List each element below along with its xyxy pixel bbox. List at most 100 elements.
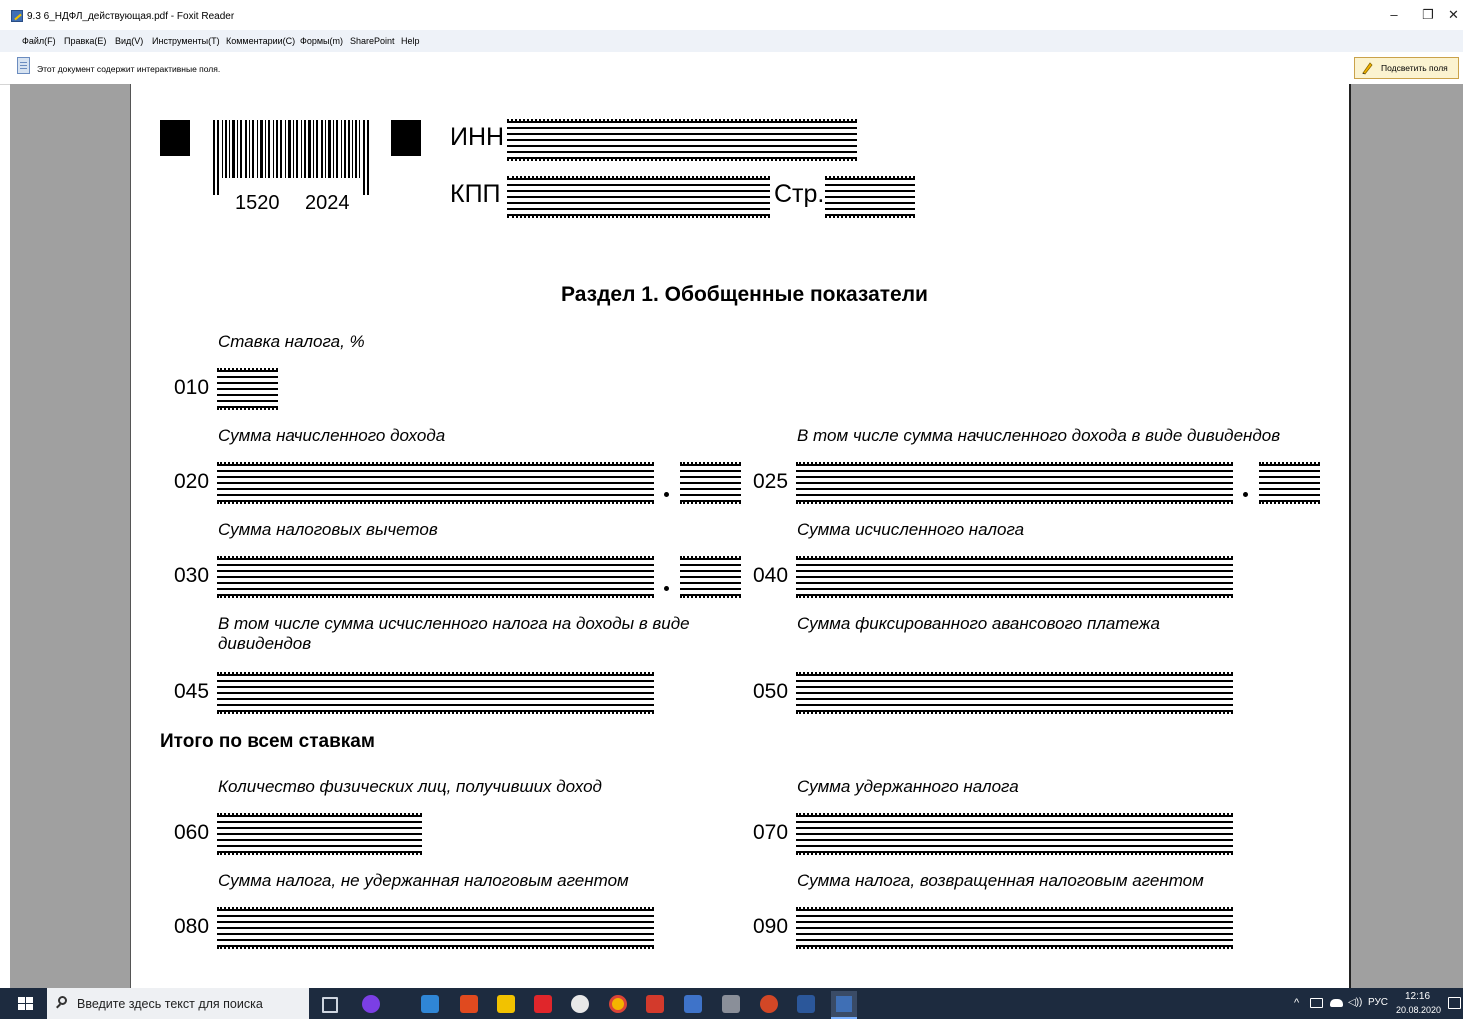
clock-date[interactable]: 20.08.2020 xyxy=(1396,1005,1441,1015)
field-070-code: 070 xyxy=(753,821,789,844)
file-explorer-icon[interactable] xyxy=(497,995,515,1013)
inn-input[interactable] xyxy=(507,119,857,161)
unknown-app-icon[interactable] xyxy=(722,995,740,1013)
foxit-reader-taskbar-icon[interactable] xyxy=(831,991,857,1019)
windows-start-icon[interactable] xyxy=(18,997,33,1011)
field-020-code: 020 xyxy=(174,470,210,493)
taskbar: Введите здесь текст для поиска ^ ◁)) РУС… xyxy=(0,988,1463,1019)
save-disk-icon[interactable] xyxy=(684,995,702,1013)
powerpoint-icon[interactable] xyxy=(760,995,778,1013)
volume-icon[interactable]: ◁)) xyxy=(1348,997,1362,1008)
taskbar-search-placeholder: Введите здесь текст для поиска xyxy=(77,997,263,1011)
field-080-input[interactable] xyxy=(217,907,654,949)
menu-tools[interactable]: Инструменты(T) xyxy=(152,36,220,46)
minimize-button[interactable]: – xyxy=(1376,4,1412,26)
menu-comments[interactable]: Комментарии(C) xyxy=(226,36,295,46)
field-080-label: Сумма налога, не удержанная налоговым аг… xyxy=(218,871,629,890)
barcode-number-left: 1520 xyxy=(235,192,280,214)
field-010-label: Ставка налога, % xyxy=(218,332,365,351)
foxit-icon xyxy=(836,996,852,1012)
menu-bar: Файл(F) Правка(E) Вид(V) Инструменты(T) … xyxy=(0,30,1463,52)
yandex-disk-icon[interactable] xyxy=(646,995,664,1013)
task-view-icon[interactable] xyxy=(322,997,338,1013)
kpp-input[interactable] xyxy=(507,176,770,218)
field-060-input[interactable] xyxy=(217,813,422,855)
chrome-icon[interactable] xyxy=(609,995,627,1013)
field-060-code: 060 xyxy=(174,821,210,844)
field-045-input[interactable] xyxy=(217,672,654,714)
field-025-label: В том числе сумма начисленного дохода в … xyxy=(797,426,1281,445)
yandex-browser-icon[interactable] xyxy=(571,995,589,1013)
field-010-input[interactable] xyxy=(217,368,278,410)
barcode xyxy=(213,120,369,195)
field-020-kopecks-input[interactable] xyxy=(680,462,741,504)
menu-view[interactable]: Вид(V) xyxy=(115,36,143,46)
field-070-input[interactable] xyxy=(796,813,1233,855)
page-number-label: Стр. xyxy=(774,180,825,208)
search-icon xyxy=(58,996,67,1005)
network-icon[interactable] xyxy=(1310,998,1323,1008)
field-070-label: Сумма удержанного налога xyxy=(797,777,1019,796)
field-040-label: Сумма исчисленного налога xyxy=(797,520,1025,539)
field-050-input[interactable] xyxy=(796,672,1233,714)
field-020-label: Сумма начисленного дохода xyxy=(218,426,446,445)
field-020-decimal-point xyxy=(664,492,669,497)
word-icon[interactable] xyxy=(797,995,815,1013)
pen-icon xyxy=(1362,62,1373,75)
field-080-code: 080 xyxy=(174,915,210,938)
field-030-kopecks-input[interactable] xyxy=(680,556,741,598)
title-bar: 9.3 6_НДФЛ_действующая.pdf - Foxit Reade… xyxy=(0,0,1463,30)
kpp-label: КПП xyxy=(450,180,501,208)
barcode-number-right: 2024 xyxy=(305,192,350,214)
highlight-fields-button[interactable]: Подсветить поля xyxy=(1354,57,1459,79)
field-025-kopecks-input[interactable] xyxy=(1259,462,1320,504)
page-number-input[interactable] xyxy=(825,176,915,218)
field-030-label: Сумма налоговых вычетов xyxy=(218,520,438,539)
foxit-app-icon xyxy=(11,10,23,22)
field-045-label: В том числе сумма исчисленного налога на… xyxy=(218,614,690,653)
field-090-code: 090 xyxy=(753,915,789,938)
field-025-input[interactable] xyxy=(796,462,1233,504)
totals-title: Итого по всем ставкам xyxy=(160,731,375,752)
field-050-code: 050 xyxy=(753,680,789,703)
clock-time[interactable]: 12:16 xyxy=(1405,991,1430,1002)
field-050-label: Сумма фиксированного авансового платежа xyxy=(797,614,1160,633)
field-030-decimal-point xyxy=(664,586,669,591)
onedrive-icon[interactable] xyxy=(1330,999,1343,1007)
field-060-label: Количество физических лиц, получивших до… xyxy=(218,777,602,796)
field-030-input[interactable] xyxy=(217,556,654,598)
corner-marker-right xyxy=(391,120,421,156)
yandex-music-icon[interactable] xyxy=(534,995,552,1013)
section-title: Раздел 1. Обобщенные показатели xyxy=(561,283,928,306)
restore-button[interactable]: ❐ xyxy=(1410,4,1446,26)
taskbar-search-box[interactable]: Введите здесь текст для поиска xyxy=(47,988,309,1019)
office-icon[interactable] xyxy=(460,995,478,1013)
close-button[interactable]: ✕ xyxy=(1444,4,1463,26)
field-025-code: 025 xyxy=(753,470,789,493)
field-090-label: Сумма налога, возвращенная налоговым аге… xyxy=(797,871,1204,890)
field-030-code: 030 xyxy=(174,564,210,587)
mail-icon[interactable] xyxy=(421,995,439,1013)
tray-overflow-icon[interactable]: ^ xyxy=(1294,997,1299,1009)
menu-help[interactable]: Help xyxy=(401,36,420,46)
menu-forms[interactable]: Формы(m) xyxy=(300,36,343,46)
notifications-icon[interactable] xyxy=(1448,997,1461,1009)
document-icon xyxy=(17,57,30,74)
interactive-fields-bar: Этот документ содержит интерактивные пол… xyxy=(0,52,1463,85)
document-viewer[interactable]: 1520 2024 ИНН КПП Стр. Раздел 1. Обобщен… xyxy=(10,84,1463,988)
alice-assistant-icon[interactable] xyxy=(362,995,380,1013)
highlight-fields-label: Подсветить поля xyxy=(1381,63,1448,73)
field-040-input[interactable] xyxy=(796,556,1233,598)
pdf-page: 1520 2024 ИНН КПП Стр. Раздел 1. Обобщен… xyxy=(130,84,1351,988)
menu-sharepoint[interactable]: SharePoint xyxy=(350,36,395,46)
field-025-decimal-point xyxy=(1243,492,1248,497)
window-title: 9.3 6_НДФЛ_действующая.pdf - Foxit Reade… xyxy=(27,11,235,22)
field-020-input[interactable] xyxy=(217,462,654,504)
menu-edit[interactable]: Правка(E) xyxy=(64,36,106,46)
field-045-code: 045 xyxy=(174,680,210,703)
field-010-code: 010 xyxy=(174,376,210,399)
menu-file[interactable]: Файл(F) xyxy=(22,36,56,46)
field-090-input[interactable] xyxy=(796,907,1233,949)
language-indicator[interactable]: РУС xyxy=(1368,997,1388,1008)
inn-label: ИНН xyxy=(450,123,505,151)
